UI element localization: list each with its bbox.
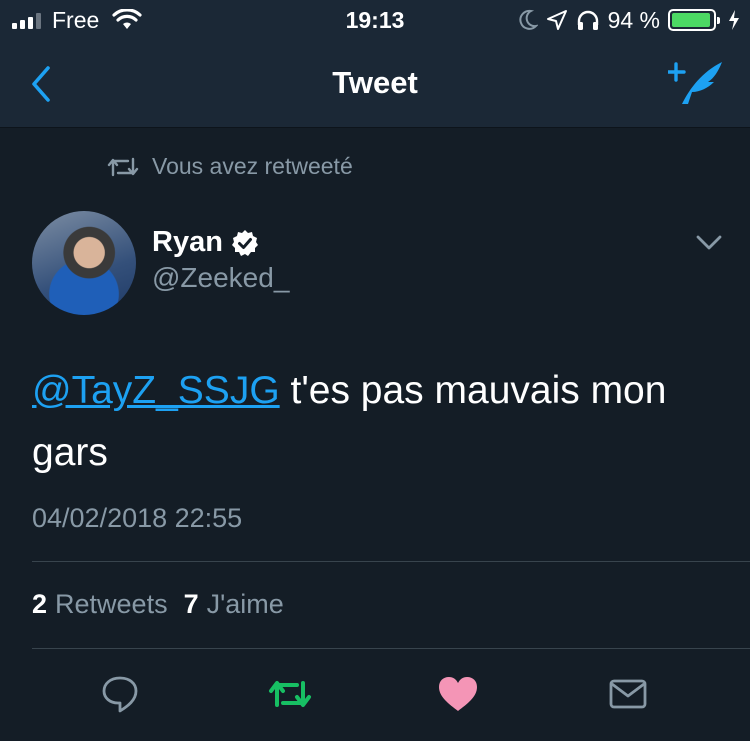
battery-percent: 94 % bbox=[607, 6, 660, 33]
reply-icon bbox=[102, 676, 138, 713]
retweets-count: 2 bbox=[32, 589, 48, 619]
like-button[interactable] bbox=[430, 666, 486, 722]
author-name-row[interactable]: Ryan bbox=[152, 226, 259, 259]
likes-count: 7 bbox=[183, 589, 199, 619]
tweet-text: @TayZ_SSJG t'es pas mauvais mon gars bbox=[32, 360, 722, 484]
mention-link[interactable]: @TayZ_SSJG bbox=[32, 369, 280, 412]
nav-bar: Tweet bbox=[0, 40, 750, 128]
charging-icon bbox=[729, 10, 739, 30]
chevron-down-icon[interactable] bbox=[694, 231, 724, 255]
headphones-icon bbox=[577, 10, 598, 30]
retweet-icon bbox=[107, 157, 139, 176]
heart-icon bbox=[439, 677, 477, 711]
reply-button[interactable] bbox=[92, 666, 148, 722]
likes-label: J'aime bbox=[206, 589, 284, 619]
compose-tweet-icon[interactable] bbox=[668, 58, 724, 106]
retweet-icon bbox=[269, 681, 311, 707]
moon-icon bbox=[519, 9, 538, 30]
divider bbox=[32, 561, 750, 562]
page-title: Tweet bbox=[332, 65, 418, 100]
tweet-stats: 2 Retweets 7 J'aime bbox=[32, 589, 284, 620]
author-handle[interactable]: @Zeeked_ bbox=[152, 262, 289, 294]
likes-stat[interactable]: 7 J'aime bbox=[184, 589, 284, 620]
avatar[interactable] bbox=[32, 211, 136, 315]
verified-badge-icon bbox=[231, 229, 258, 256]
battery-icon bbox=[668, 9, 720, 31]
location-icon bbox=[546, 10, 567, 30]
divider bbox=[32, 648, 750, 649]
retweet-context-label: Vous avez retweeté bbox=[152, 153, 353, 179]
author-name[interactable]: Ryan bbox=[152, 226, 223, 259]
tweet-timestamp: 04/02/2018 22:55 bbox=[32, 503, 243, 533]
status-bar: Free 19:13 94 % bbox=[0, 0, 750, 40]
retweet-context: Vous avez retweeté bbox=[106, 153, 353, 180]
retweets-stat[interactable]: 2 Retweets bbox=[32, 589, 168, 620]
tweet-actions bbox=[0, 666, 750, 722]
message-button[interactable] bbox=[600, 666, 656, 722]
envelope-icon bbox=[609, 679, 647, 709]
retweets-label: Retweets bbox=[55, 589, 168, 619]
retweet-button[interactable] bbox=[262, 666, 318, 722]
